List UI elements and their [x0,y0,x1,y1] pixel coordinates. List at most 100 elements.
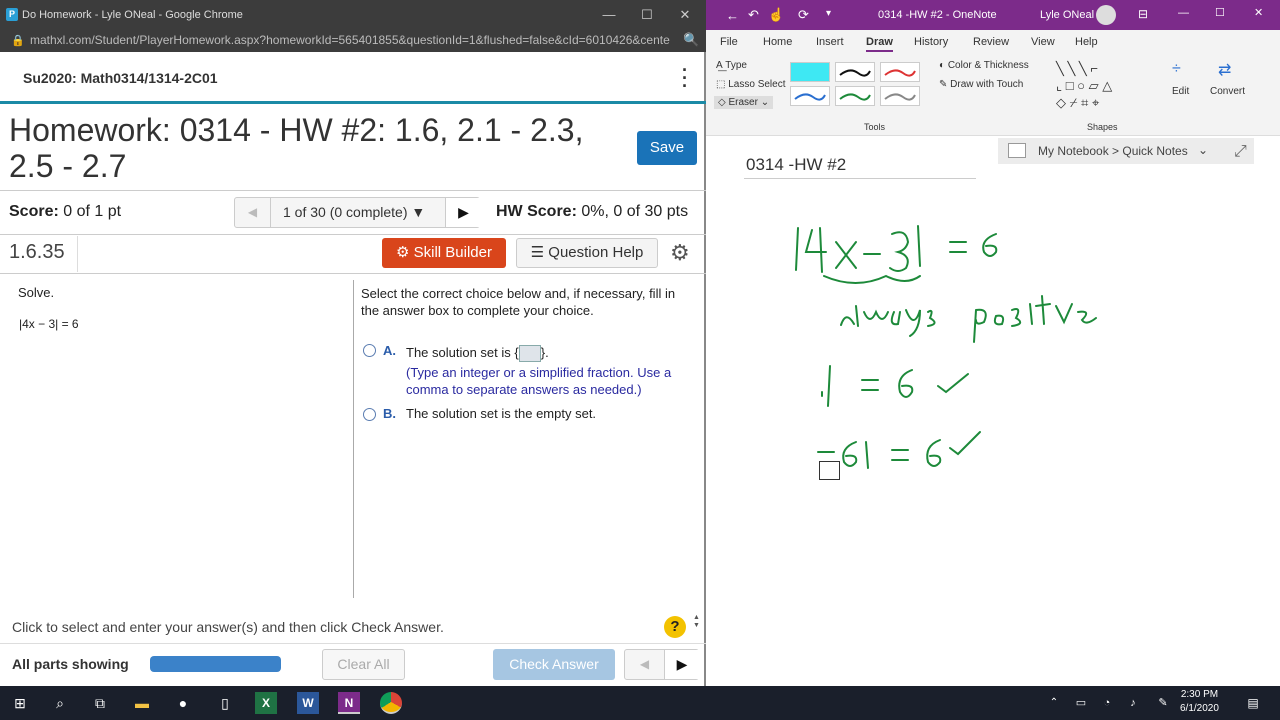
chrome-window: P Do Homework - Lyle ONeal - Google Chro… [0,0,706,686]
customize-icon[interactable]: ▾ [826,8,831,19]
excel-icon[interactable]: X [255,692,277,714]
color-thickness-button[interactable]: ◐ Color & Thickness [939,60,1029,71]
tray-arrow-icon[interactable]: ⌃ [1043,692,1065,714]
footer-prev-button[interactable]: ◀ [625,650,665,679]
convert-button[interactable]: Convert [1210,86,1245,97]
onenote-window: ← ↶ ☝ ⟳ ▾ 0314 -HW #2 - OneNote Lyle ONe… [706,0,1280,686]
hw-score-value: 0%, 0 of 30 pts [581,203,689,220]
gear-icon[interactable]: ⚙ [670,240,690,266]
green-pen[interactable] [835,86,875,106]
windows-start-icon[interactable]: ⊞ [9,692,31,714]
lasso-label: Lasso Select [728,79,786,90]
expand-icon[interactable]: ⤢ [1234,143,1247,161]
prev-question-button[interactable]: ◀ [235,198,271,227]
chrome-titlebar: P Do Homework - Lyle ONeal - Google Chro… [0,0,706,30]
tab-insert[interactable]: Insert [816,36,844,48]
scroll-arrows-icon[interactable]: ▲ ▼ [693,614,700,630]
more-options-icon[interactable]: · · · [682,61,688,95]
ribbon-tabs: File Home Insert Draw History Review Vie… [706,30,1280,54]
page-title[interactable]: 0314 -HW #2 [746,155,846,175]
notebook-path: My Notebook > Quick Notes [1038,144,1188,158]
back-icon[interactable]: ← [726,8,739,23]
ink-line2 [840,305,936,337]
tab-home[interactable]: Home [763,36,792,48]
clear-all-button[interactable]: Clear All [322,649,405,680]
maximize-button[interactable]: ☐ [628,0,666,30]
list-icon: ☰ [530,244,545,261]
maximize-button[interactable]: ☐ [1215,6,1225,19]
close-button[interactable]: ✕ [1254,6,1263,19]
address-bar[interactable]: 🔒 mathxl.com/Student/PlayerHomework.aspx… [0,30,706,52]
next-question-button[interactable]: ▶ [445,198,481,227]
edit-button[interactable]: Edit [1172,86,1189,97]
redo-icon[interactable]: ⟳ [798,7,809,23]
type-label: Type [725,60,747,71]
calculator-icon[interactable]: ▯ [214,692,236,714]
app-icon[interactable]: ● [172,692,194,714]
check-answer-button[interactable]: Check Answer [493,649,615,680]
skill-builder-button[interactable]: ⚙ Skill Builder [382,238,506,268]
shapes-group-label: Shapes [1087,122,1118,132]
vertical-divider [353,280,354,598]
tab-help[interactable]: Help [1075,36,1098,48]
tab-view[interactable]: View [1031,36,1055,48]
highlighter-pen[interactable] [790,62,830,82]
divider [0,234,706,235]
handwritten-ink[interactable] [706,180,1280,500]
avatar[interactable] [1096,5,1116,25]
answer-box[interactable] [518,345,541,363]
type-tool[interactable]: A͟ Type [716,60,747,71]
option-a-hint: (Type an integer or a simplified fractio… [406,365,672,397]
file-explorer-icon[interactable]: ▬ [131,692,153,714]
edit-icon[interactable]: ÷ [1172,60,1181,78]
minimize-button[interactable]: — [590,0,628,30]
notifications-icon[interactable]: ▤ [1242,692,1264,714]
blue-pen[interactable] [790,86,830,106]
task-view-icon[interactable]: ⧉ [89,692,111,714]
equation: |4x − 3| = 6 [19,317,79,331]
footer-instructions: Click to select and enter your answer(s)… [12,619,444,635]
ribbon-display-icon[interactable]: ⊟ [1138,7,1148,21]
footer-next-button[interactable]: ▶ [665,650,699,679]
tab-file[interactable]: File [720,36,738,48]
chevron-down-icon: ⌄ [1198,143,1209,157]
eraser-tool[interactable]: ◇ Eraser ⌄ [714,96,774,109]
battery-icon[interactable]: ▭ [1070,692,1092,714]
onenote-icon[interactable]: N [338,692,360,714]
option-b-radio[interactable] [363,408,376,421]
draw-touch-button[interactable]: ✎ Draw with Touch [939,79,1023,90]
minimize-button[interactable]: — [1178,7,1189,19]
ink-line1 [795,227,799,271]
score-label: Score: [9,203,59,220]
save-button[interactable]: Save [637,131,697,165]
option-a-radio[interactable] [363,344,376,357]
pen-icon[interactable]: ✎ [1152,692,1174,714]
search-icon[interactable]: ⌕ [49,692,71,714]
wifi-icon[interactable]: ◔ [1096,692,1118,714]
red-pen[interactable] [880,62,920,82]
onenote-titlebar: ← ↶ ☝ ⟳ ▾ 0314 -HW #2 - OneNote Lyle ONe… [706,0,1280,30]
black-pen[interactable] [835,62,875,82]
mathxl-logo-icon: P [6,8,18,21]
close-button[interactable]: ✕ [666,0,704,30]
question-selector[interactable]: 1 of 30 (0 complete) ▼ [283,204,425,220]
undo-icon[interactable]: ↶ [748,7,759,23]
question-help-button[interactable]: ☰ Question Help [516,238,658,268]
volume-icon[interactable]: ♪ [1122,692,1144,714]
convert-icon[interactable]: ⇄ [1218,60,1231,80]
chrome-icon[interactable] [380,692,402,714]
tab-review[interactable]: Review [973,36,1009,48]
tab-history[interactable]: History [914,36,948,48]
help-icon[interactable]: ? [664,616,686,638]
touch-icon[interactable]: ☝ [768,7,784,23]
shapes-gallery[interactable]: ╲ ╲ ╲ ⌐ ⌞ □ ○ ▱ △ ◇ ⌿ ⌗ ⌖ [1056,60,1112,111]
divider [0,273,706,274]
gray-pen[interactable] [880,86,920,106]
tab-draw[interactable]: Draw [866,36,893,52]
word-icon[interactable]: W [297,692,319,714]
lasso-tool[interactable]: ⬚ Lasso Select [716,79,786,90]
zoom-icon[interactable]: 🔍 [683,32,699,48]
notebook-selector[interactable]: My Notebook > Quick Notes ⌄ [998,138,1254,164]
clock[interactable]: 2:30 PM 6/1/2020 [1180,688,1219,716]
option-b-text: The solution set is the empty set. [406,406,597,421]
